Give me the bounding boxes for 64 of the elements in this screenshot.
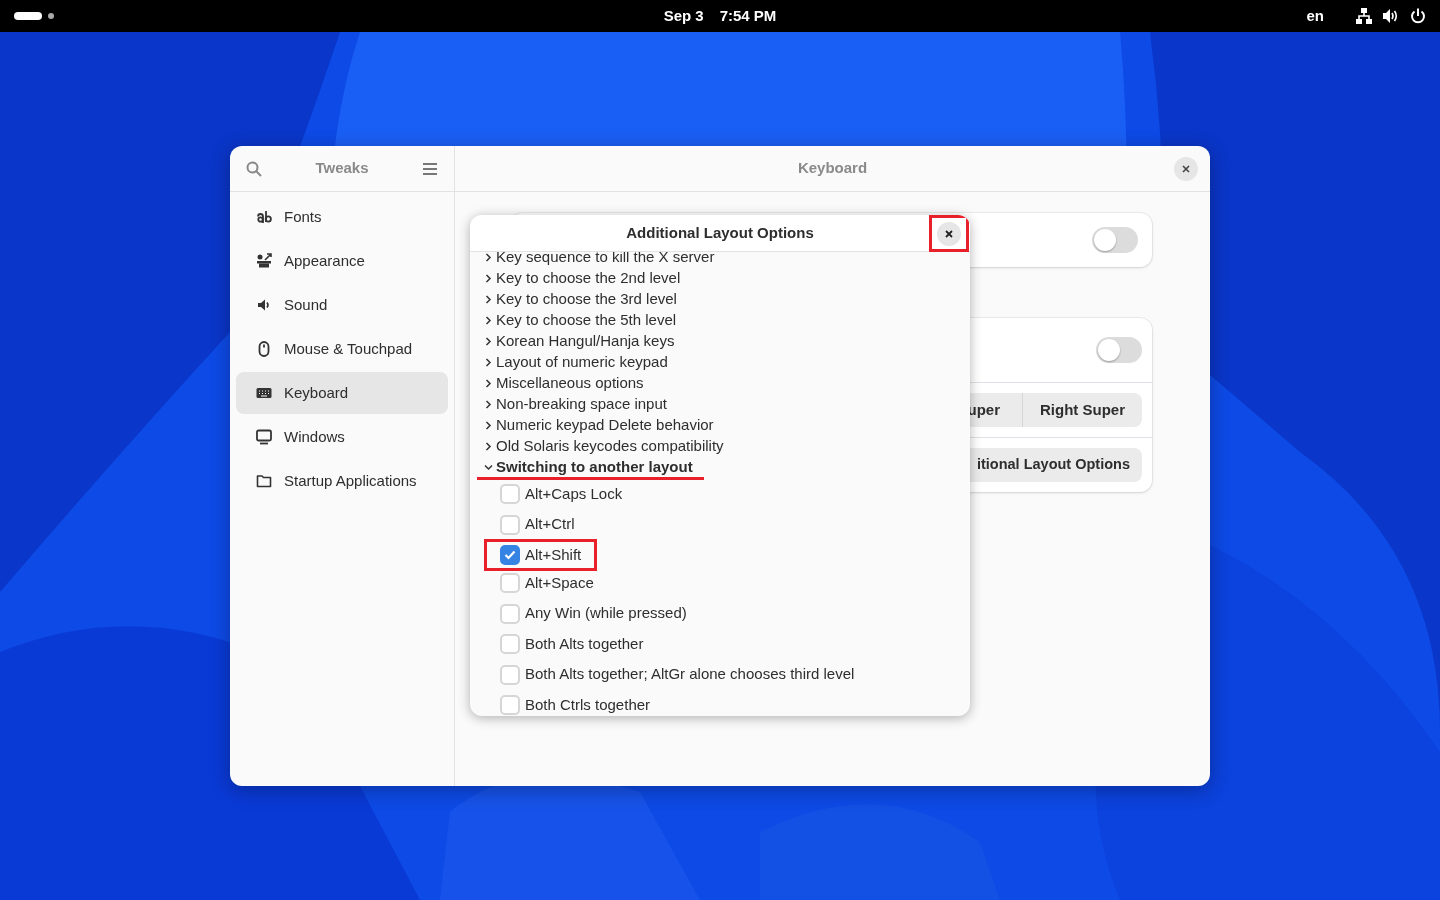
chevron-right-icon (484, 295, 493, 304)
chevron-right-icon (484, 337, 493, 346)
checkmark-icon (504, 550, 516, 560)
chevron-down-icon (484, 463, 493, 472)
close-button[interactable] (1174, 157, 1198, 181)
checkbox-label: Both Ctrls together (525, 694, 651, 715)
chevron-right-icon (484, 400, 493, 409)
expander-row[interactable]: Layout of numeric keypad (484, 352, 668, 373)
checkbox-label: Alt+Shift (525, 544, 582, 565)
input-source-indicator[interactable]: en (1306, 4, 1324, 28)
chevron-right-icon (484, 442, 493, 451)
activities-icon[interactable] (14, 11, 54, 21)
expander-row[interactable]: Numeric keypad Delete behavior (484, 415, 714, 436)
window-title: Keyboard (797, 158, 868, 179)
menu-icon[interactable] (422, 161, 438, 176)
checkbox-label: Both Alts together; AltGr alone chooses third level (525, 664, 855, 685)
checkbox-label: Alt+Space (525, 572, 594, 593)
expander-row[interactable]: Key sequence to kill the X server (484, 252, 715, 268)
expander-row[interactable]: Key to choose the 5th level (484, 310, 677, 331)
mouse-icon (256, 341, 272, 357)
expander-row[interactable]: Non-breaking space input (484, 394, 667, 415)
checkbox[interactable] (500, 545, 520, 565)
volume-icon[interactable] (1382, 8, 1400, 24)
toggle-switch[interactable] (1096, 337, 1142, 363)
clock-time[interactable]: 7:54 PM (719, 4, 777, 28)
expander-row[interactable]: Key to choose the 2nd level (484, 268, 681, 289)
sidebar-item[interactable]: Startup Applications (236, 460, 448, 502)
chevron-right-icon (484, 316, 493, 325)
expander-row[interactable]: Old Solaris keycodes compatibility (484, 436, 724, 457)
sidebar-item[interactable]: Keyboard (236, 372, 448, 414)
chevron-right-icon (484, 421, 493, 430)
segment-button[interactable]: Right Super (1022, 393, 1142, 427)
chevron-right-icon (484, 379, 493, 388)
checkbox-label: Any Win (while pressed) (525, 603, 687, 624)
sidebar-item[interactable]: Sound (236, 284, 448, 326)
expander-row[interactable]: Korean Hangul/Hanja keys (484, 331, 675, 352)
speaker-icon (256, 297, 272, 313)
sidebar-item[interactable]: Windows (236, 416, 448, 458)
network-icon[interactable] (1356, 8, 1372, 24)
keyboard-icon (256, 385, 272, 401)
chevron-right-icon (484, 253, 493, 262)
checkbox-label: Both Alts together (525, 633, 644, 654)
close-icon (945, 229, 953, 238)
toggle-switch[interactable] (1092, 227, 1138, 253)
dialog-title: Additional Layout Options (626, 222, 814, 243)
clock-date[interactable]: Sep 3 (663, 4, 704, 28)
checkbox-label: Alt+Ctrl (525, 514, 575, 535)
checkbox-label: Alt+Caps Lock (525, 483, 623, 504)
expander-row[interactable]: Switching to another layout (484, 457, 693, 478)
close-icon (1182, 165, 1190, 173)
appearance-icon (256, 253, 272, 269)
power-icon[interactable] (1410, 8, 1426, 24)
sidebar-item[interactable]: Fonts (236, 196, 448, 238)
fonts-icon (256, 209, 272, 225)
monitor-icon (256, 429, 272, 445)
sidebar-item[interactable]: Mouse & Touchpad (236, 328, 448, 370)
folder-icon (256, 473, 272, 489)
chevron-right-icon (484, 358, 493, 367)
search-icon[interactable] (246, 160, 262, 177)
chevron-right-icon (484, 274, 493, 283)
expander-row[interactable]: Miscellaneous options (484, 373, 644, 394)
expander-row[interactable]: Key to choose the 3rd level (484, 289, 677, 310)
sidebar-title: Tweaks (315, 158, 369, 179)
sidebar-item[interactable]: Appearance (236, 240, 448, 282)
